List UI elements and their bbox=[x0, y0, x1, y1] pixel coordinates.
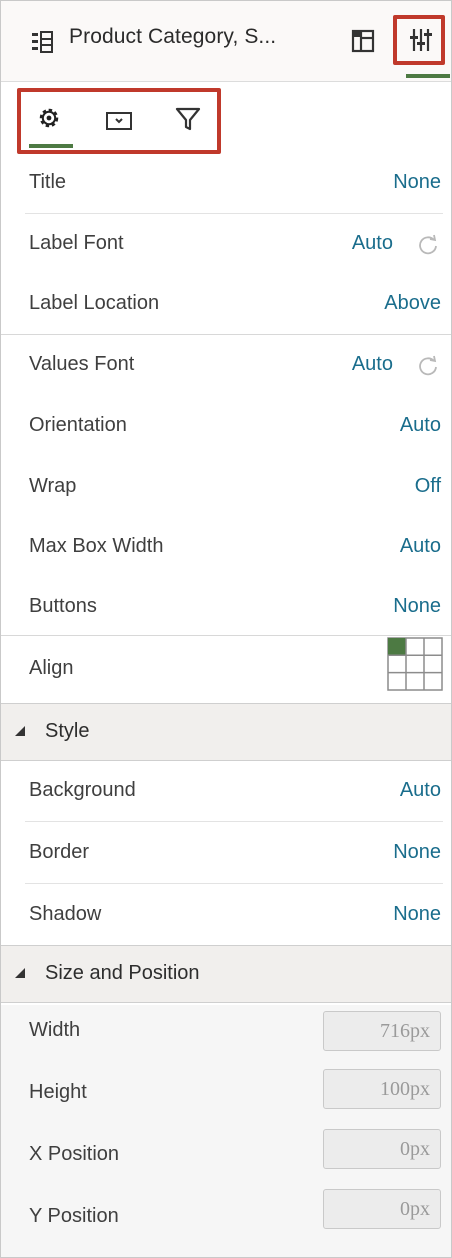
collapse-triangle-icon bbox=[15, 726, 25, 736]
sliders-icon[interactable] bbox=[410, 28, 432, 52]
orientation-value[interactable]: Auto bbox=[400, 414, 441, 437]
title-label: Title bbox=[29, 171, 67, 193]
values-font-row: Values Font Auto bbox=[1, 335, 451, 395]
collapse-triangle-icon bbox=[15, 968, 25, 978]
align-row: Align bbox=[1, 639, 451, 699]
height-label: Height bbox=[29, 1081, 87, 1103]
divider bbox=[1, 635, 451, 636]
wrap-row: Wrap Off bbox=[1, 457, 451, 517]
background-label: Background bbox=[29, 779, 136, 801]
gear-icon[interactable] bbox=[37, 106, 61, 130]
style-section-title: Style bbox=[45, 720, 90, 742]
dropdown-box-icon[interactable] bbox=[105, 110, 133, 132]
align-grid-icon[interactable] bbox=[387, 637, 443, 691]
wrap-value[interactable]: Off bbox=[415, 475, 441, 498]
label-location-label: Label Location bbox=[29, 292, 160, 314]
filter-icon[interactable] bbox=[175, 106, 201, 132]
max-box-width-label: Max Box Width bbox=[29, 535, 164, 557]
shadow-row: Shadow None bbox=[1, 885, 451, 945]
x-position-input[interactable]: 0px bbox=[323, 1129, 441, 1169]
reset-icon[interactable] bbox=[417, 355, 439, 377]
border-row: Border None bbox=[1, 823, 451, 883]
title-row: Title None bbox=[1, 153, 451, 213]
panel-title: Product Category, S... bbox=[69, 25, 277, 48]
y-position-label: Y Position bbox=[29, 1205, 119, 1227]
shadow-value[interactable]: None bbox=[393, 903, 441, 926]
align-label: Align bbox=[29, 657, 74, 679]
max-box-width-value[interactable]: Auto bbox=[400, 535, 441, 558]
buttons-value[interactable]: None bbox=[393, 595, 441, 618]
label-font-row: Label Font Auto bbox=[1, 214, 451, 274]
border-label: Border bbox=[29, 841, 90, 863]
size-position-section-header[interactable]: Size and Position bbox=[1, 945, 451, 1003]
buttons-row: Buttons None bbox=[1, 577, 451, 637]
filter-list-icon bbox=[32, 31, 53, 53]
wrap-label: Wrap bbox=[29, 475, 77, 497]
orientation-label: Orientation bbox=[29, 414, 127, 436]
panel-header: Product Category, S... bbox=[1, 1, 451, 82]
properties-tab-highlight bbox=[393, 15, 445, 65]
label-font-label: Label Font bbox=[29, 232, 124, 254]
subtabs-bar bbox=[1, 82, 451, 162]
height-input[interactable]: 100px bbox=[323, 1069, 441, 1109]
label-location-value[interactable]: Above bbox=[384, 292, 441, 315]
x-position-label: X Position bbox=[29, 1143, 120, 1165]
divider bbox=[25, 821, 443, 822]
reset-icon[interactable] bbox=[417, 234, 439, 256]
values-font-value[interactable]: Auto bbox=[352, 353, 393, 376]
y-position-input[interactable]: 0px bbox=[323, 1189, 441, 1229]
label-location-row: Label Location Above bbox=[1, 274, 451, 334]
size-position-section-title: Size and Position bbox=[45, 962, 200, 984]
width-input[interactable]: 716px bbox=[323, 1011, 441, 1051]
border-value[interactable]: None bbox=[393, 841, 441, 864]
orientation-row: Orientation Auto bbox=[1, 396, 451, 456]
max-box-width-row: Max Box Width Auto bbox=[1, 517, 451, 577]
title-value[interactable]: None bbox=[393, 171, 441, 194]
buttons-label: Buttons bbox=[29, 595, 97, 617]
values-font-label: Values Font bbox=[29, 353, 135, 375]
background-row: Background Auto bbox=[1, 761, 451, 821]
width-label: Width bbox=[29, 1019, 81, 1041]
layout-panel-icon[interactable] bbox=[351, 29, 375, 53]
label-font-value[interactable]: Auto bbox=[352, 232, 393, 255]
divider bbox=[25, 883, 443, 884]
style-section-header[interactable]: Style bbox=[1, 703, 451, 761]
properties-panel: Product Category, S... Title None Label … bbox=[0, 0, 452, 1258]
shadow-label: Shadow bbox=[29, 903, 102, 925]
properties-tab-underline bbox=[406, 74, 450, 78]
background-value[interactable]: Auto bbox=[400, 779, 441, 802]
general-tab-underline bbox=[29, 144, 73, 148]
